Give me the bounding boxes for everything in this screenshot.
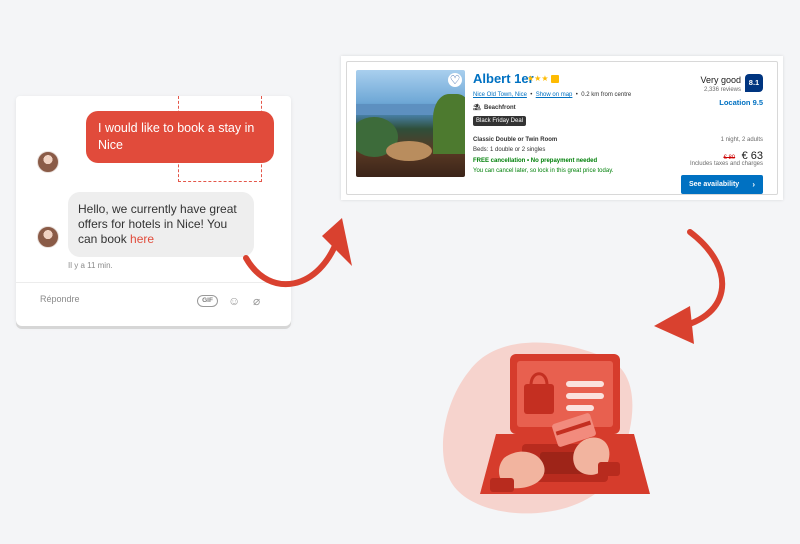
stage: I would like to book a stay in Nice Hell… — [0, 0, 800, 544]
decoration-layer — [243, 218, 726, 514]
curved-arrow-icon — [243, 218, 352, 287]
online-shopping-illustration-icon — [442, 342, 650, 514]
curved-arrow-icon — [654, 229, 726, 344]
